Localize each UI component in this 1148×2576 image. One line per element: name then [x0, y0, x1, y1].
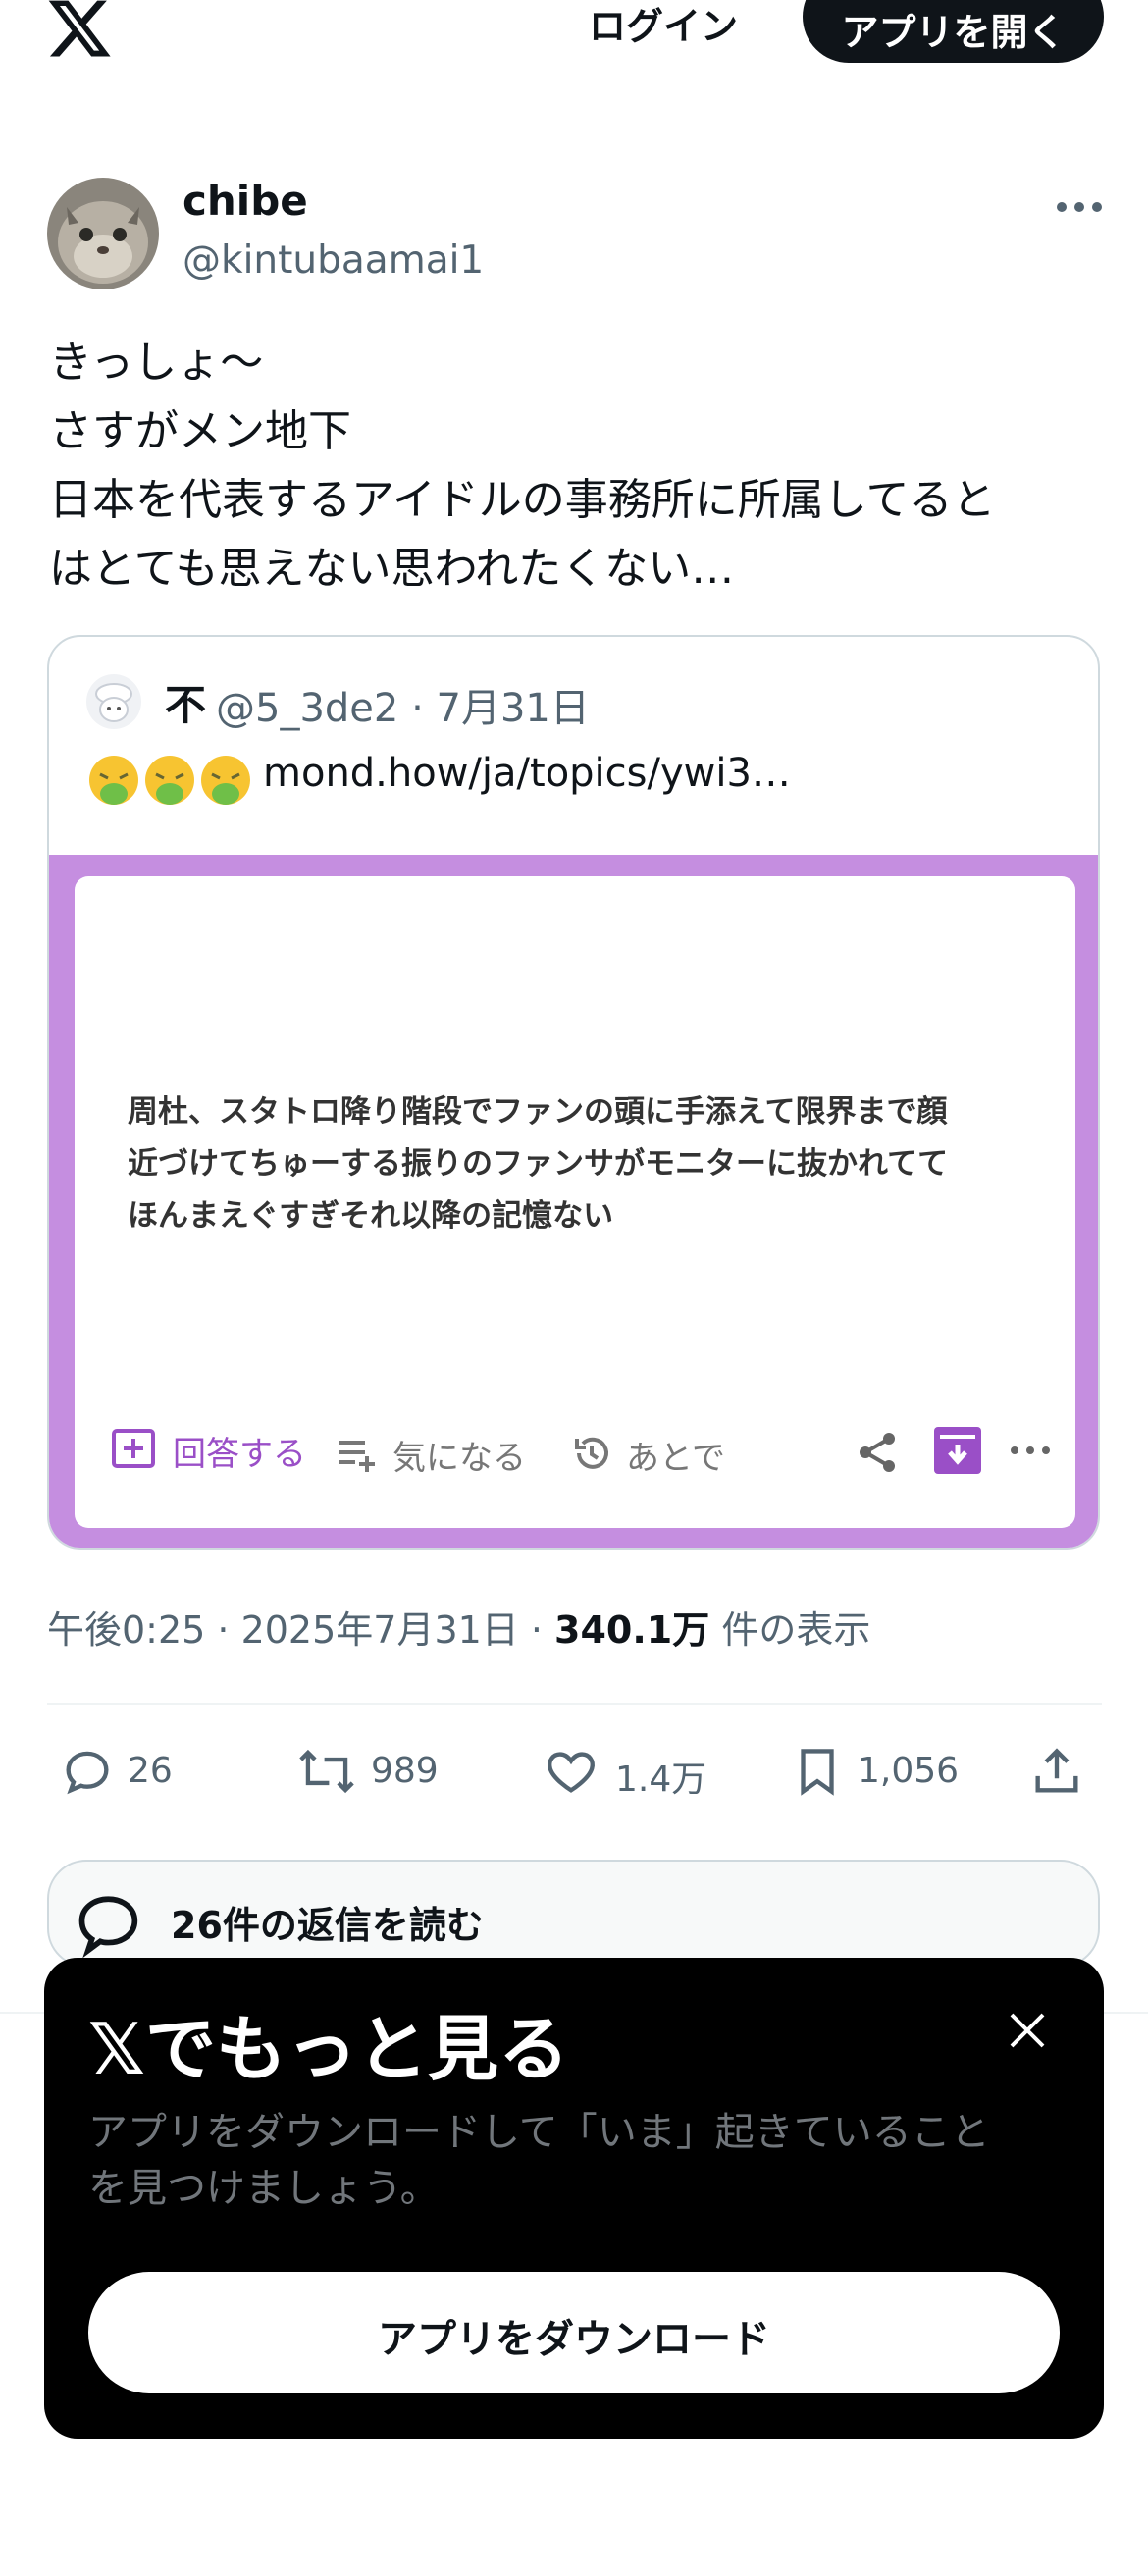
repost-count: 989	[371, 1751, 439, 1791]
question-text: 周杜、スタトロ降り階段でファンの頭に手添えて限界まで顔 近づけてちゅーする振りの…	[128, 1094, 949, 1234]
sheet-title: 𝕏でもっと見る	[88, 2008, 570, 2090]
share-icon	[860, 1433, 895, 1472]
read-replies-label: 26件の返信を読む	[171, 1904, 484, 1947]
post-timestamp[interactable]: 午後0:25 · 2025年7月31日 ·	[47, 1608, 554, 1652]
quoted-avatar[interactable]	[86, 674, 141, 729]
app-promo-sheet: 𝕏でもっと見る アプリをダウンロードして「いま」起きていること を見つけましょう…	[44, 1958, 1104, 2439]
quoted-handle-date: @5_3de2 · 7月31日	[216, 686, 590, 731]
history-icon	[575, 1437, 608, 1469]
reply-icon	[66, 1751, 109, 1795]
avatar[interactable]	[47, 178, 159, 289]
later-label: あとで	[626, 1439, 725, 1478]
login-link[interactable]: ログイン	[589, 0, 738, 50]
bookmark-icon	[801, 1749, 834, 1796]
interested-label: 気になる	[392, 1439, 526, 1478]
add-box-icon	[112, 1429, 155, 1468]
action-bar: 26 989 1.4万 1,056	[47, 1737, 1102, 1806]
quoted-post[interactable]: 不 @5_3de2 · 7月31日 mond.how/ja/topics/ywi…	[47, 635, 1100, 1550]
divider	[47, 1703, 1102, 1705]
open-app-button[interactable]: アプリを開く	[803, 0, 1104, 63]
answer-label: 回答する	[173, 1435, 306, 1474]
nauseated-face-icon	[89, 756, 250, 805]
upload-share-icon	[1035, 1748, 1078, 1793]
read-replies-button[interactable]: 26件の返信を読む	[47, 1860, 1100, 1968]
quoted-display-name: 不	[165, 681, 207, 729]
quoted-link[interactable]: mond.how/ja/topics/ywi3…	[263, 751, 791, 796]
archive-icon	[934, 1427, 981, 1474]
view-count: 340.1万	[554, 1608, 710, 1652]
close-icon[interactable]	[1006, 2009, 1049, 2052]
post-text: きっしょ〜 さすがメン地下 日本を代表するアイドルの事務所に所属してると はとて…	[49, 338, 996, 594]
card-more-icon	[1011, 1446, 1050, 1454]
reply-count: 26	[128, 1751, 173, 1791]
replies-icon	[78, 1896, 138, 1959]
question-card: 周杜、スタトロ降り階段でファンの頭に手添えて限界まで顔 近づけてちゅーする振りの…	[75, 876, 1075, 1528]
x-logo-icon[interactable]	[45, 0, 114, 63]
author-handle[interactable]: @kintubaamai1	[183, 238, 484, 283]
more-options-icon[interactable]	[1050, 183, 1109, 232]
author-display-name[interactable]: chibe	[183, 177, 308, 225]
repost-icon	[299, 1749, 354, 1794]
download-app-button[interactable]: アプリをダウンロード	[88, 2272, 1060, 2393]
quoted-image[interactable]: 周杜、スタトロ降り階段でファンの頭に手添えて限界まで顔 近づけてちゅーする振りの…	[49, 855, 1098, 1548]
playlist-add-icon	[339, 1441, 375, 1472]
top-bar: ログイン アプリを開く	[0, 0, 1148, 69]
heart-icon	[548, 1752, 595, 1793]
post-meta: 午後0:25 · 2025年7月31日 · 340.1万 件の表示	[47, 1600, 870, 1654]
bookmark-count: 1,056	[858, 1751, 960, 1791]
card-action-bar: 回答する 気になる あとで	[110, 1421, 1052, 1480]
sheet-description: アプリをダウンロードして「いま」起きていること を見つけましょう。	[88, 2110, 990, 2211]
like-count: 1.4万	[615, 1760, 707, 1800]
view-count-suffix: 件の表示	[709, 1608, 871, 1652]
